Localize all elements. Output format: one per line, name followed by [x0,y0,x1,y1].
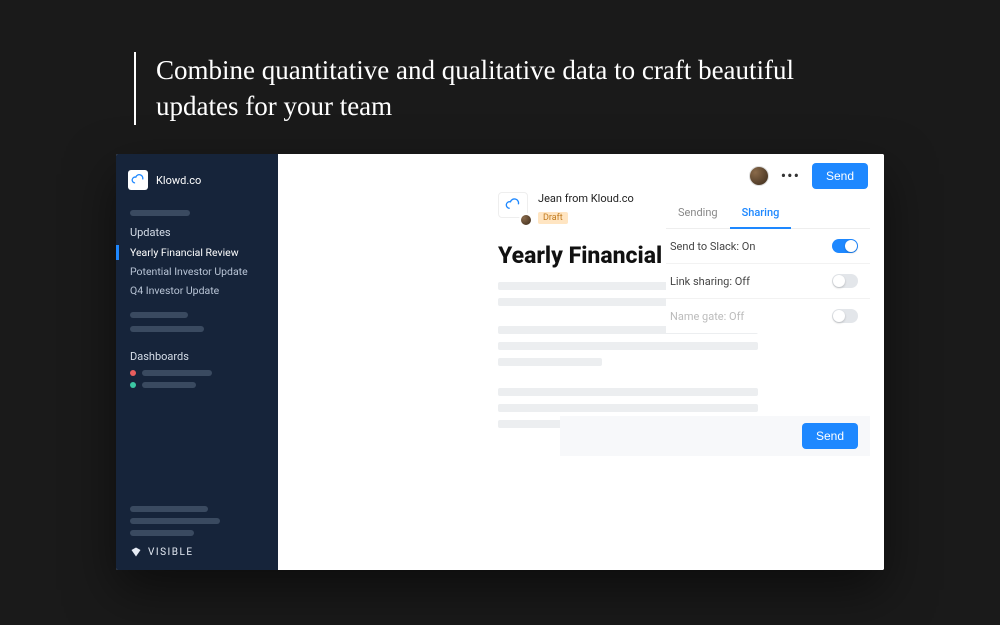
visible-brand[interactable]: VISIBLE [130,546,264,558]
skeleton-line [130,312,188,318]
sidebar-item-yearly-review[interactable]: Yearly Financial Review [116,243,278,262]
document-header: Jean from Kloud.co Draft [498,192,634,224]
skeleton-line [498,298,670,306]
sidebar-footer: VISIBLE [116,490,278,570]
share-panel: Sending Sharing Send to Slack: On Link s… [666,198,870,333]
status-dot-icon [130,382,136,388]
dashboard-item[interactable] [116,379,278,391]
status-badge: Draft [538,212,568,224]
toggle-name-gate[interactable] [832,309,858,323]
visible-logo-icon [130,546,142,558]
share-row-label: Link sharing: Off [670,275,750,288]
panel-send-button[interactable]: Send [802,423,858,449]
share-row-label: Name gate: Off [670,310,744,323]
skeleton-line [130,210,190,216]
status-dot-icon [130,370,136,376]
share-row-slack: Send to Slack: On [666,229,870,264]
send-button[interactable]: Send [812,163,868,189]
sidebar-item-potential-investor[interactable]: Potential Investor Update [116,262,278,281]
author-avatar [519,213,533,227]
more-menu-icon[interactable]: ••• [781,168,800,184]
avatar[interactable] [749,166,769,186]
sidebar-item-q4-investor[interactable]: Q4 Investor Update [116,281,278,300]
sidebar-section-updates: Updates [116,220,278,243]
skeleton-line [130,518,220,524]
share-row-label: Send to Slack: On [670,240,755,253]
skeleton-line [142,370,212,376]
share-tabs: Sending Sharing [666,198,870,229]
share-row-link: Link sharing: Off [666,264,870,299]
share-row-name-gate: Name gate: Off [666,299,870,333]
skeleton-line [142,382,196,388]
hero-headline: Combine quantitative and qualitative dat… [134,52,854,125]
brand-name: Klowd.co [156,174,201,187]
toggle-slack[interactable] [832,239,858,253]
skeleton-line [130,326,204,332]
sidebar: Klowd.co Updates Yearly Financial Review… [116,154,278,570]
dashboard-item[interactable] [116,367,278,379]
tab-sending[interactable]: Sending [666,198,730,228]
main-area: ••• Send Jean from Kloud.co Draft Yearly… [278,154,884,570]
toggle-link-sharing[interactable] [832,274,858,288]
skeleton-line [498,404,758,412]
cloud-icon [128,170,148,190]
skeleton-line [130,530,194,536]
skeleton-line [130,506,208,512]
app-window: Klowd.co Updates Yearly Financial Review… [116,154,884,570]
document-author: Jean from Kloud.co [538,192,634,205]
skeleton-line [498,358,602,366]
share-panel-footer: Send [560,416,870,456]
skeleton-line [498,342,758,350]
sidebar-section-dashboards: Dashboards [116,344,278,367]
brand-row[interactable]: Klowd.co [116,166,278,206]
document-source-icon [498,192,528,218]
visible-brand-label: VISIBLE [148,547,194,558]
tab-sharing[interactable]: Sharing [730,198,792,229]
skeleton-line [498,388,758,396]
